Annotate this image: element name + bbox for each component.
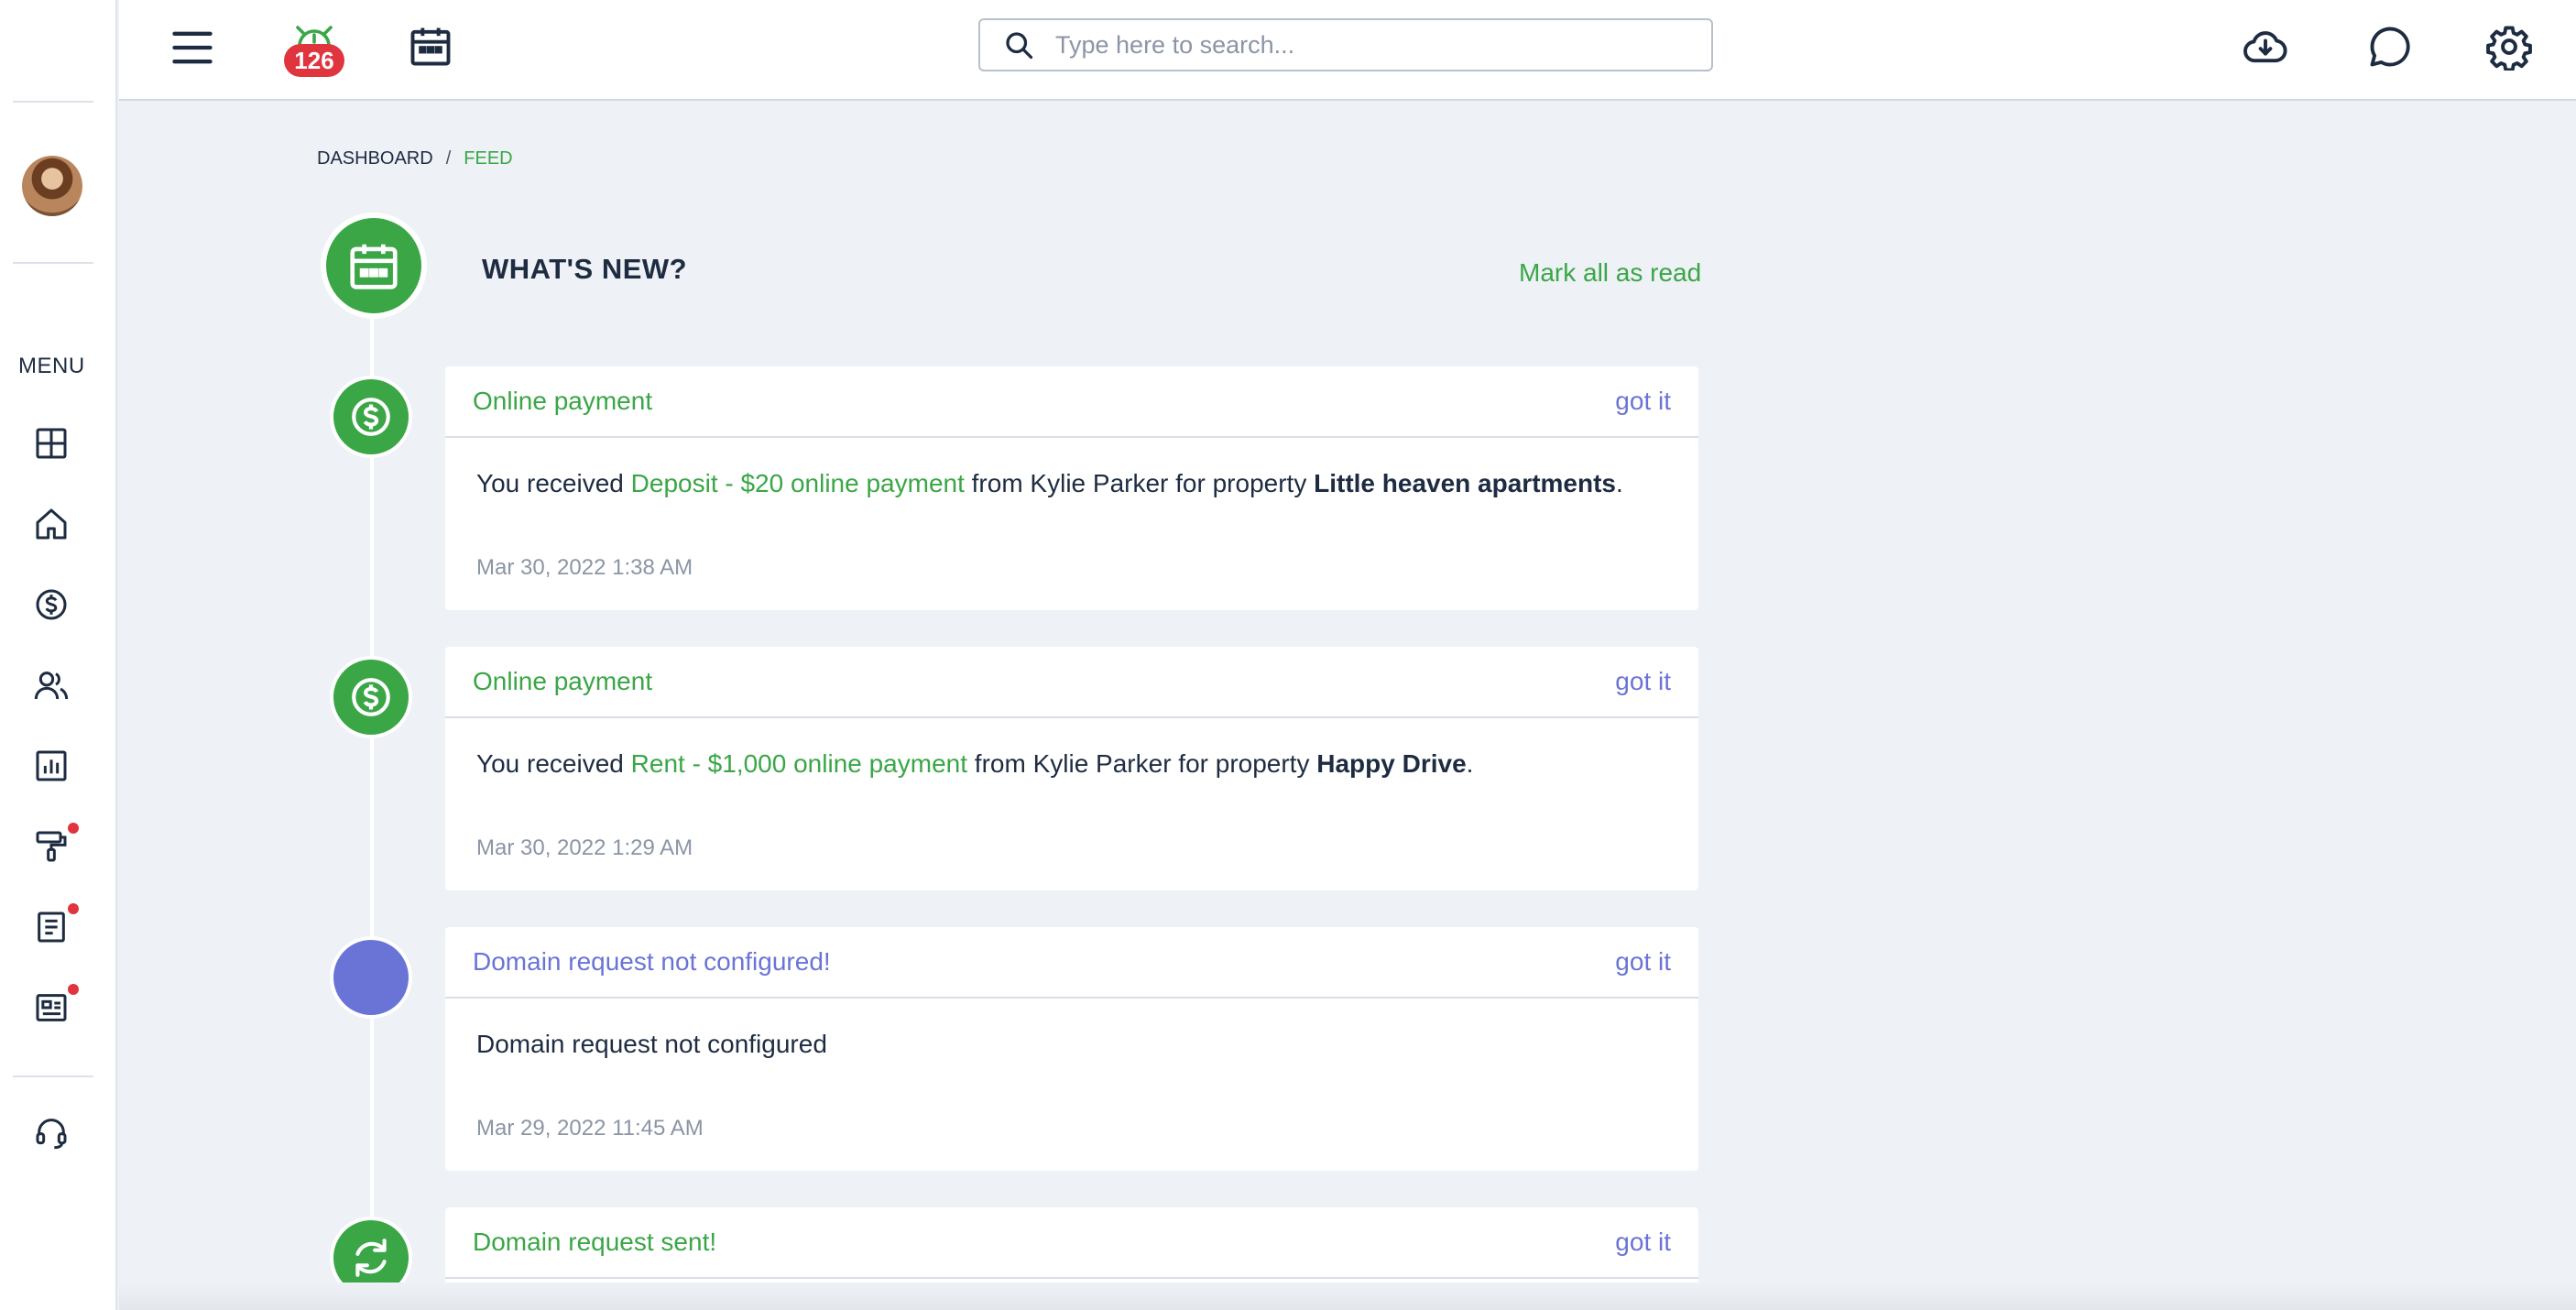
search-bar[interactable] xyxy=(978,18,1713,71)
body-text: . xyxy=(1466,749,1474,778)
calendar-icon xyxy=(410,27,451,66)
card-timestamp: Mar 30, 2022 1:29 AM xyxy=(476,835,693,860)
dollar-circle-icon xyxy=(352,678,390,716)
breadcrumb-dashboard[interactable]: DASHBOARD xyxy=(317,148,433,169)
feed-card: Online payment got it You received Rent … xyxy=(445,647,1698,890)
topbar: 126 xyxy=(119,0,2576,101)
download-button[interactable] xyxy=(2237,18,2294,75)
calendar-icon xyxy=(350,244,398,289)
body-text: . xyxy=(1615,469,1623,497)
sidebar-item-tenants[interactable] xyxy=(31,665,71,705)
gear-icon xyxy=(2486,26,2532,71)
hamburger-menu-button[interactable] xyxy=(165,20,220,75)
headset-icon xyxy=(36,1119,67,1150)
card-title: Domain request not configured! xyxy=(473,947,831,976)
body-text: Domain request not configured xyxy=(476,1030,827,1058)
avatar[interactable] xyxy=(22,156,82,216)
document-icon xyxy=(38,912,65,943)
sidebar-item-home[interactable] xyxy=(31,504,71,544)
chat-bubble-icon xyxy=(2370,27,2410,67)
sidebar-item-documents[interactable] xyxy=(31,907,71,947)
timeline-node xyxy=(330,936,412,1019)
dollar-circle-icon xyxy=(352,398,390,436)
card-title: Domain request sent! xyxy=(473,1228,717,1256)
search-icon xyxy=(1006,32,1033,60)
feed-card: Domain request not configured! got it Do… xyxy=(445,927,1698,1171)
card-title: Online payment xyxy=(473,387,653,415)
got-it-button[interactable]: got it xyxy=(1615,387,1671,416)
chart-report-icon xyxy=(36,750,67,781)
menu-label: MENU xyxy=(18,354,85,378)
paint-roller-icon xyxy=(36,831,67,862)
hamburger-icon xyxy=(172,31,213,64)
timeline-node xyxy=(330,376,412,458)
home-icon xyxy=(36,508,67,540)
dashboard-grid-icon xyxy=(36,428,67,459)
payment-link[interactable]: Deposit - $20 online payment xyxy=(631,469,965,497)
sidebar-divider xyxy=(13,1075,93,1077)
card-timestamp: Mar 30, 2022 1:38 AM xyxy=(476,555,693,580)
card-title: Online payment xyxy=(473,667,653,695)
timeline-node xyxy=(330,656,412,738)
card-body: You received Rent - $1,000 online paymen… xyxy=(445,718,1698,779)
card-body: Domain request not configured xyxy=(445,999,1698,1059)
scroll-fade xyxy=(119,1283,2576,1310)
card-timestamp: Mar 29, 2022 11:45 AM xyxy=(476,1116,704,1141)
calendar-button[interactable] xyxy=(403,18,458,73)
breadcrumb-separator: / xyxy=(445,148,452,169)
sidebar-item-support[interactable] xyxy=(31,1112,71,1152)
news-card-icon xyxy=(36,994,67,1021)
payment-link[interactable]: Rent - $1,000 online payment xyxy=(631,749,967,778)
notification-dot xyxy=(68,984,79,995)
sidebar: MENU xyxy=(0,0,117,1310)
sidebar-divider xyxy=(13,101,93,103)
body-text: from Kylie Parker for property xyxy=(967,749,1317,778)
settings-button[interactable] xyxy=(2481,18,2538,75)
feed-header-badge xyxy=(321,213,427,319)
got-it-button[interactable]: got it xyxy=(1615,947,1671,977)
got-it-button[interactable]: got it xyxy=(1615,1228,1671,1257)
sidebar-item-payments[interactable] xyxy=(31,584,71,625)
sidebar-item-maintenance[interactable] xyxy=(31,826,71,867)
page-title: WHAT'S NEW? xyxy=(482,253,688,285)
property-name: Little heaven apartments xyxy=(1314,469,1616,497)
body-text: from Kylie Parker for property xyxy=(964,469,1315,497)
timeline-line xyxy=(370,311,374,1310)
status-dot xyxy=(333,940,409,1015)
sidebar-item-dashboard[interactable] xyxy=(31,423,71,464)
cloud-download-icon xyxy=(2243,31,2287,63)
feed-card: Online payment got it You received Depos… xyxy=(445,366,1698,610)
messages-button[interactable] xyxy=(2362,18,2418,75)
dollar-circle-icon xyxy=(36,589,67,620)
got-it-button[interactable]: got it xyxy=(1615,667,1671,696)
sidebar-item-reports[interactable] xyxy=(31,746,71,786)
body-text: You received xyxy=(476,469,631,497)
sidebar-item-listings[interactable] xyxy=(31,988,71,1028)
sidebar-divider xyxy=(13,262,93,264)
notification-count-badge[interactable]: 126 xyxy=(284,44,344,77)
card-body: You received Deposit - $20 online paymen… xyxy=(445,438,1698,498)
breadcrumb: DASHBOARD / FEED xyxy=(317,148,513,169)
users-icon xyxy=(34,671,69,700)
search-input[interactable] xyxy=(1055,30,1651,60)
refresh-icon xyxy=(355,1239,387,1277)
property-name: Happy Drive xyxy=(1316,749,1467,778)
mark-all-read-button[interactable]: Mark all as read xyxy=(1519,258,1701,288)
notification-dot xyxy=(68,823,79,834)
breadcrumb-current: FEED xyxy=(464,148,513,169)
notification-dot xyxy=(68,903,79,914)
body-text: You received xyxy=(476,749,631,778)
